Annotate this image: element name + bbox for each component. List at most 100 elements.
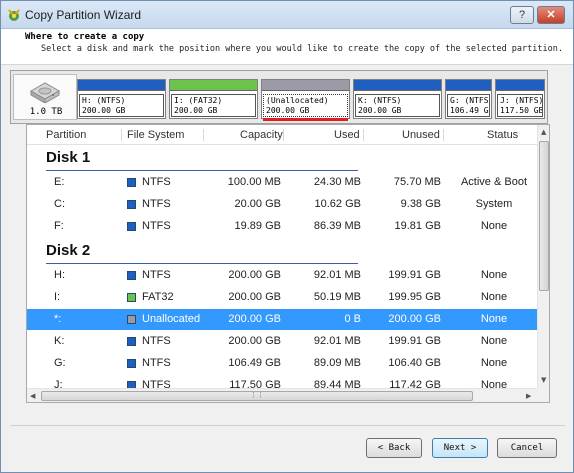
disk-info-box[interactable]: 1.0 TB xyxy=(13,74,77,120)
partition-row[interactable]: G: NTFS 106.49 GB 89.09 MB 106.40 GB None xyxy=(27,353,537,374)
row-capacity: 100.00 MB xyxy=(227,176,281,188)
column-divider xyxy=(121,129,122,141)
col-filesystem[interactable]: File System xyxy=(127,129,184,141)
vertical-scrollbar[interactable]: ▲ ▼ xyxy=(537,125,549,388)
row-used: 50.19 MB xyxy=(313,291,361,303)
row-status: None xyxy=(480,269,508,281)
partition-name: K: (NTFS) xyxy=(358,96,402,105)
partition-row[interactable]: K: NTFS 200.00 GB 92.01 MB 199.91 GB None xyxy=(27,331,537,352)
row-filesystem: NTFS xyxy=(142,220,171,232)
horizontal-scrollbar[interactable]: ◀ ⋮⋮ ▶ xyxy=(27,388,537,402)
back-button[interactable]: < Back xyxy=(366,438,422,458)
partition-label-box: (Unallocated) 200.00 GB xyxy=(263,94,348,117)
selected-position-marker xyxy=(263,118,348,121)
partition-usage-bar xyxy=(262,80,349,91)
column-divider xyxy=(443,129,444,141)
row-capacity: 200.00 GB xyxy=(228,291,281,303)
row-filesystem: NTFS xyxy=(142,176,171,188)
next-button[interactable]: Next > xyxy=(432,438,488,458)
partition-row[interactable]: *: Unallocated 200.00 GB 0 B 200.00 GB None xyxy=(27,309,537,330)
column-divider xyxy=(283,129,284,141)
partition-row[interactable]: E: NTFS 100.00 MB 24.30 MB 75.70 MB Active & … xyxy=(27,172,537,193)
partition-label-box: I: (FAT32) 200.00 GB xyxy=(171,94,256,117)
partition-size: 200.00 GB xyxy=(174,106,218,115)
partition-label-box: J: (NTFS) 117.50 GB xyxy=(497,94,543,117)
disk-map-partition[interactable]: H: (NTFS) 200.00 GB xyxy=(77,79,166,119)
row-unused: 9.38 GB xyxy=(400,198,441,210)
partition-usage-bar xyxy=(170,80,257,91)
row-status: None xyxy=(480,220,508,232)
scroll-right-icon[interactable]: ▶ xyxy=(526,392,531,400)
row-unused: 75.70 MB xyxy=(393,176,441,188)
footer-divider xyxy=(10,425,565,426)
col-capacity[interactable]: Capacity xyxy=(240,129,283,141)
row-unused: 106.40 GB xyxy=(388,357,441,369)
row-status: None xyxy=(480,357,508,369)
row-filesystem: FAT32 xyxy=(142,291,174,303)
partition-row[interactable]: F: NTFS 19.89 GB 86.39 MB 19.81 GB None xyxy=(27,216,537,237)
row-filesystem: NTFS xyxy=(142,198,171,210)
scroll-up-icon[interactable]: ▲ xyxy=(541,128,546,136)
horizontal-scroll-thumb[interactable]: ⋮⋮ xyxy=(41,391,473,401)
col-status[interactable]: Status xyxy=(487,129,518,141)
row-capacity: 20.00 GB xyxy=(234,198,281,210)
partition-name: J: (NTFS) xyxy=(500,96,543,105)
row-capacity: 200.00 GB xyxy=(228,313,281,325)
filesystem-color-icon xyxy=(127,271,136,280)
partition-usage-bar xyxy=(496,80,544,91)
wizard-header: Where to create a copy Select a disk and… xyxy=(1,29,573,65)
column-divider xyxy=(203,129,204,141)
row-status: None xyxy=(480,291,508,303)
close-button[interactable]: ✕ xyxy=(537,6,565,24)
row-used: 86.39 MB xyxy=(313,220,361,232)
column-header: Partition File System Capacity Used Unus… xyxy=(27,125,537,145)
filesystem-color-icon xyxy=(127,293,136,302)
wizard-app-icon xyxy=(8,9,20,21)
row-unused: 199.91 GB xyxy=(388,335,441,347)
cancel-button[interactable]: Cancel xyxy=(497,438,557,458)
row-filesystem: NTFS xyxy=(142,357,171,369)
row-partition: F: xyxy=(54,220,64,232)
filesystem-color-icon xyxy=(127,200,136,209)
filesystem-color-icon xyxy=(127,359,136,368)
disk-group-underline xyxy=(46,263,358,264)
disk-map-partition[interactable]: J: (NTFS) 117.50 GB xyxy=(495,79,545,119)
disk-map-partition[interactable]: G: (NTFS) 106.49 GB xyxy=(445,79,492,119)
disk-map: 1.0 TB H: (NTFS) 200.00 GB I: (FAT32) 200.0… xyxy=(10,70,548,124)
disk-group-underline xyxy=(46,170,358,171)
partition-size: 117.50 GB xyxy=(500,106,543,115)
row-partition: E: xyxy=(54,176,65,188)
partition-label-box: G: (NTFS) 106.49 GB xyxy=(447,94,490,117)
partition-list[interactable]: Partition File System Capacity Used Unus… xyxy=(26,124,550,403)
col-unused[interactable]: Unused xyxy=(402,129,440,141)
partition-row[interactable]: C: NTFS 20.00 GB 10.62 GB 9.38 GB System xyxy=(27,194,537,215)
scroll-left-icon[interactable]: ◀ xyxy=(30,392,35,400)
partition-row[interactable]: H: NTFS 200.00 GB 92.01 MB 199.91 GB None xyxy=(27,265,537,286)
help-button[interactable]: ? xyxy=(510,6,534,24)
row-used: 92.01 MB xyxy=(313,269,361,281)
disk-map-partition[interactable]: K: (NTFS) 200.00 GB xyxy=(353,79,442,119)
partition-row[interactable]: I: FAT32 200.00 GB 50.19 MB 199.95 GB None xyxy=(27,287,537,308)
partition-label-box: H: (NTFS) 200.00 GB xyxy=(79,94,164,117)
vertical-scroll-thumb[interactable] xyxy=(539,141,549,291)
title-bar[interactable]: Copy Partition Wizard ? ✕ xyxy=(1,1,573,29)
disk-map-partition[interactable]: I: (FAT32) 200.00 GB xyxy=(169,79,258,119)
disk-map-partition[interactable]: (Unallocated) 200.00 GB xyxy=(261,79,350,121)
partition-size: 200.00 GB xyxy=(358,106,402,115)
scrollbar-corner xyxy=(537,388,549,402)
row-unused: 200.00 GB xyxy=(388,313,441,325)
row-filesystem: NTFS xyxy=(142,335,171,347)
row-used: 24.30 MB xyxy=(313,176,361,188)
row-partition: C: xyxy=(54,198,65,210)
disk-group-title: Disk 1 xyxy=(46,149,91,166)
copy-partition-wizard-window: Copy Partition Wizard ? ✕ Where to creat… xyxy=(0,0,574,473)
page-title: Where to create a copy xyxy=(25,32,145,42)
scroll-down-icon[interactable]: ▼ xyxy=(541,376,546,384)
filesystem-color-icon xyxy=(127,337,136,346)
partition-size: 200.00 GB xyxy=(82,106,126,115)
col-used[interactable]: Used xyxy=(334,129,360,141)
row-filesystem: Unallocated xyxy=(142,313,201,325)
row-unused: 199.95 GB xyxy=(388,291,441,303)
row-unused: 199.91 GB xyxy=(388,269,441,281)
col-partition[interactable]: Partition xyxy=(46,129,86,141)
